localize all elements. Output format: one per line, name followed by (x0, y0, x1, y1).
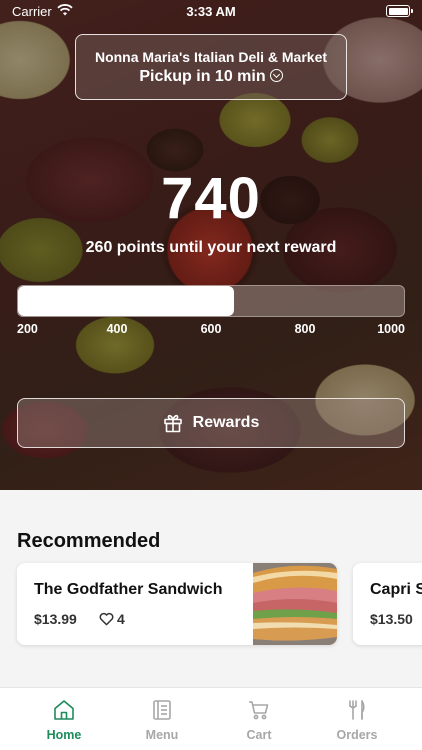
cart-icon (249, 701, 269, 720)
item-name: The Godfather Sandwich (34, 581, 223, 598)
item-price: $13.99 (34, 611, 77, 627)
store-name: Nonna Maria's Italian Deli & Market (94, 49, 328, 65)
progress-scale-label: 400 (106, 322, 128, 336)
likes-count: 4 (117, 611, 125, 627)
tab-home[interactable]: Home (14, 688, 114, 750)
menu-icon (153, 700, 171, 720)
progress-scale-label: 600 (200, 322, 222, 336)
progress-scale-label: 1000 (377, 322, 405, 336)
rewards-progress-bar (17, 285, 405, 317)
rewards-button-label: Rewards (192, 414, 260, 431)
gift-icon (163, 414, 182, 433)
tab-home-label: Home (46, 728, 82, 742)
rewards-button[interactable]: Rewards (17, 398, 405, 448)
sandwich-image (253, 563, 337, 645)
heart-icon (99, 612, 114, 626)
item-name: Capri S (370, 581, 422, 598)
recommended-item-card[interactable]: Capri S $13.50 (353, 563, 422, 645)
tab-orders-label: Orders (336, 728, 378, 742)
progress-scale-labels: 200 400 600 800 1000 (0, 322, 422, 338)
tab-menu[interactable]: Menu (112, 688, 212, 750)
rewards-progress-fill (18, 286, 234, 316)
tab-cart-label: Cart (246, 728, 272, 742)
item-likes[interactable]: 4 (99, 611, 125, 627)
recommended-item-card[interactable]: The Godfather Sandwich $13.99 4 (17, 563, 337, 645)
pickup-time: Pickup in 10 min (139, 68, 266, 85)
progress-scale-label: 800 (294, 322, 316, 336)
store-selector[interactable]: Nonna Maria's Italian Deli & Market Pick… (75, 34, 347, 100)
battery-icon (386, 5, 413, 17)
rewards-hero: Carrier 3:33 AM Nonna Maria's Italian De… (0, 0, 422, 490)
home-icon (54, 700, 74, 720)
tab-menu-label: Menu (145, 728, 179, 742)
orders-icon (349, 700, 365, 720)
points-until-reward: 260 points until your next reward (85, 239, 337, 256)
pickup-time-row: Pickup in 10 min (76, 68, 346, 86)
progress-scale-label: 200 (17, 322, 38, 336)
item-price: $13.50 (370, 611, 413, 627)
recommended-heading: Recommended (17, 530, 161, 552)
points-balance: 740 (161, 166, 261, 231)
clock: 3:33 AM (186, 4, 236, 19)
status-bar: Carrier 3:33 AM (0, 0, 422, 24)
tab-cart[interactable]: Cart (209, 688, 309, 750)
chevron-down-circle-icon (269, 69, 283, 82)
tab-orders[interactable]: Orders (307, 688, 407, 750)
tab-bar: Home Menu Cart Orders (0, 687, 422, 750)
